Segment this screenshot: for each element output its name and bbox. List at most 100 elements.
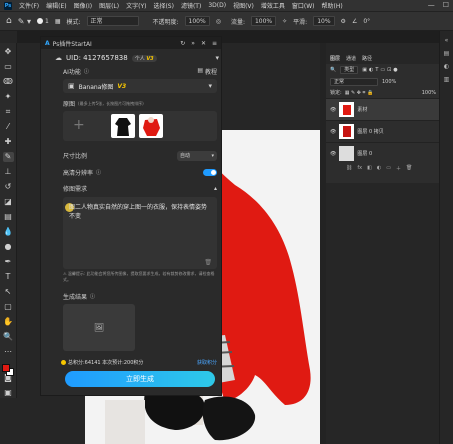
requirement-textarea[interactable]: 图二人物真实自然的穿上图一的衣服，保持表情姿势不变 🗑 <box>63 197 217 269</box>
history-brush-icon[interactable]: ↺ <box>3 182 14 192</box>
menu-view[interactable]: 视图(V) <box>233 1 254 10</box>
menu-3d[interactable]: 3D(D) <box>208 2 226 9</box>
dodge-tool-icon[interactable]: ● <box>3 242 14 252</box>
layer-row[interactable]: 👁 素材 <box>326 98 439 120</box>
close-icon[interactable]: ✕ <box>201 40 206 47</box>
path-select-tool-icon[interactable]: ↖ <box>3 287 14 297</box>
account-type-badge[interactable]: 个人 V3 <box>131 54 157 62</box>
screen-mode-icon[interactable]: ▣ <box>3 388 14 398</box>
menu-help[interactable]: 帮助(H) <box>322 1 343 10</box>
crop-tool-icon[interactable]: ⌗ <box>3 107 14 117</box>
menu-image[interactable]: 图像(I) <box>74 1 92 10</box>
maximize-icon[interactable]: ☐ <box>443 1 449 9</box>
chevron-down-icon[interactable]: ▾ <box>215 54 219 62</box>
menu-type[interactable]: 文字(Y) <box>126 1 146 10</box>
panel-menu-icon[interactable]: ≡ <box>212 40 217 47</box>
zoom-tool-icon[interactable]: 🔍 <box>3 332 14 342</box>
reference-image-1[interactable] <box>111 114 135 138</box>
generate-button[interactable]: 立即生成 <box>65 371 215 387</box>
menu-file[interactable]: 文件(F) <box>19 1 39 10</box>
aspect-select[interactable]: 自动 ▾ <box>177 150 217 161</box>
more-tools-icon[interactable]: ⋯ <box>3 347 14 357</box>
blend-mode-select[interactable]: 正常 <box>330 77 378 86</box>
menu-select[interactable]: 选择(S) <box>153 1 174 10</box>
panel-collapse-icon[interactable]: » <box>191 40 195 47</box>
quick-select-tool-icon[interactable]: ✦ <box>3 92 14 102</box>
opacity-value[interactable]: 100% <box>382 79 396 85</box>
gradient-tool-icon[interactable]: ▤ <box>3 212 14 222</box>
type-tool-icon[interactable]: T <box>3 272 14 282</box>
reference-image-2[interactable] <box>139 114 163 138</box>
requirement-header[interactable]: 修图需求 ▴ <box>63 183 217 193</box>
angle-value[interactable]: 0° <box>363 18 370 25</box>
menu-edit[interactable]: 编辑(E) <box>46 1 66 10</box>
filter-type-select[interactable]: 类型 <box>340 66 359 74</box>
info-icon[interactable]: ⓘ <box>96 169 101 176</box>
brush-tool-icon[interactable]: ✎ ▾ <box>18 17 31 26</box>
brush-preset-picker[interactable]: 1 <box>36 18 49 25</box>
brush-settings-icon[interactable]: ▦ <box>55 18 61 25</box>
folder-icon[interactable]: ▭ <box>386 165 391 171</box>
visibility-eye-icon[interactable]: 👁 <box>330 107 336 113</box>
color-swatches[interactable] <box>1 364 15 376</box>
menu-plugins[interactable]: 增效工具 <box>261 1 285 10</box>
right-icon-strip: « ▤ ◐ ▥ <box>439 31 453 444</box>
trash-icon[interactable]: 🗑 <box>204 259 212 266</box>
pressure-opacity-icon[interactable]: ◎ <box>216 18 221 25</box>
libraries-icon[interactable]: ▥ <box>444 76 450 83</box>
eyedropper-tool-icon[interactable]: ⁄ <box>3 122 14 132</box>
move-tool-icon[interactable]: ✥ <box>3 47 14 57</box>
blur-tool-icon[interactable]: 💧 <box>3 227 14 237</box>
model-select[interactable]: ▣ Banana修图 V3 ▾ <box>63 79 217 93</box>
flow-field[interactable]: 100% <box>250 16 277 26</box>
eraser-tool-icon[interactable]: ◪ <box>3 197 14 207</box>
adjustments-icon[interactable]: ◐ <box>444 63 449 70</box>
fill-value[interactable]: 100% <box>422 90 439 96</box>
menu-filter[interactable]: 滤镜(T) <box>181 1 201 10</box>
smooth-settings-icon[interactable]: ⚙ <box>341 18 346 25</box>
tab-channels[interactable]: 通道 <box>346 55 356 62</box>
options-bar: ⌂ ✎ ▾ 1 ▦ 模式: 正常 不透明度: 100% ◎ 流量: 100% ✧… <box>0 11 453 31</box>
tab-layers[interactable]: 图层 <box>330 55 340 62</box>
brush-tool-icon[interactable]: ✎ <box>2 152 14 162</box>
foreground-color-swatch[interactable] <box>1 364 10 372</box>
hand-tool-icon[interactable]: ✋ <box>3 317 14 327</box>
tab-paths[interactable]: 路径 <box>362 55 372 62</box>
layer-row[interactable]: 👁 图层 0 <box>326 142 439 164</box>
home-icon[interactable]: ⌂ <box>6 16 12 26</box>
minimize-icon[interactable]: — <box>428 1 435 9</box>
healing-tool-icon[interactable]: ✚ <box>3 137 14 147</box>
airbrush-icon[interactable]: ✧ <box>282 18 287 25</box>
delete-layer-icon[interactable]: 🗑 <box>406 165 412 171</box>
opacity-field[interactable]: 100% <box>184 16 210 26</box>
properties-icon[interactable]: ▤ <box>444 50 450 57</box>
fx-icon[interactable]: fx <box>357 165 362 171</box>
new-layer-icon[interactable]: ＋ <box>396 165 401 172</box>
info-icon[interactable]: ⓘ <box>90 293 95 300</box>
hd-toggle[interactable] <box>203 168 217 176</box>
visibility-eye-icon[interactable]: 👁 <box>330 129 336 135</box>
panel-expand-icon[interactable]: « <box>445 37 449 44</box>
add-image-icon[interactable]: + <box>73 117 85 133</box>
artboard-tool-icon[interactable]: ▭ <box>3 62 14 72</box>
lock-icons[interactable]: ▦ ✎ ✥ ⌗ 🔒 <box>345 90 374 96</box>
info-icon[interactable]: ⓘ <box>84 68 89 75</box>
shape-tool-icon[interactable]: ▢ <box>3 302 14 312</box>
menu-window[interactable]: 窗口(W) <box>292 1 315 10</box>
stamp-tool-icon[interactable]: ⊥ <box>3 167 14 177</box>
adjustment-icon[interactable]: ◐ <box>377 165 381 171</box>
get-points-link[interactable]: 获取积分 <box>197 359 217 366</box>
visibility-eye-icon[interactable]: 👁 <box>330 151 336 157</box>
lasso-tool-icon[interactable]: ↂ <box>3 77 14 87</box>
filter-icons[interactable]: ▣◐T▭⊡● <box>362 67 399 73</box>
link-layers-icon[interactable]: ⛓ <box>346 165 352 171</box>
mask-icon[interactable]: ◧ <box>367 165 372 171</box>
layer-row[interactable]: 👁 图层 0 拷贝 <box>326 120 439 142</box>
smooth-field[interactable]: 10% <box>313 16 335 26</box>
tutorial-link[interactable]: ▤ 教程 <box>197 67 217 76</box>
mode-select[interactable]: 正常 <box>86 16 139 26</box>
menu-layer[interactable]: 图层(L) <box>99 1 119 10</box>
pen-tool-icon[interactable]: ✒ <box>3 257 14 267</box>
refresh-icon[interactable]: ↻ <box>180 40 185 47</box>
cloud-icon: ☁ <box>55 54 62 62</box>
